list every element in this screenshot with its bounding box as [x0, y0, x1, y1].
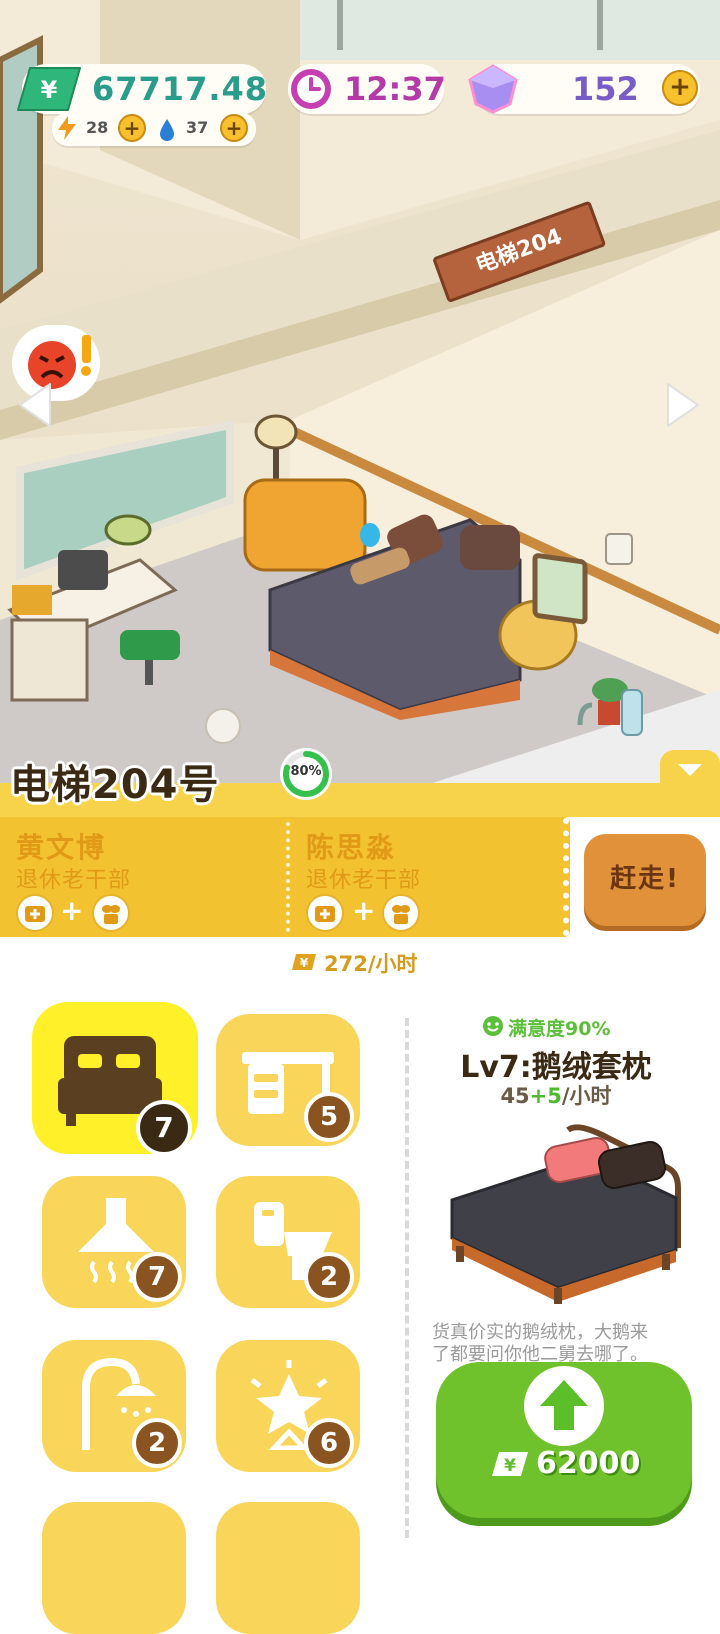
- satisfaction-label: 满意度90%: [508, 1018, 611, 1040]
- furniture-tile-lamp[interactable]: 6: [216, 1340, 360, 1472]
- arrow-up-icon: [524, 1366, 604, 1446]
- kick-out-button[interactable]: 赶走!: [584, 834, 706, 926]
- panel-divider: [405, 1018, 409, 1538]
- furniture-tile-partial[interactable]: [42, 1502, 186, 1634]
- level-badge: 2: [304, 1252, 354, 1302]
- occupancy-ring: 80%: [278, 746, 334, 802]
- ticket-divider: [286, 822, 290, 932]
- clock-icon: [288, 66, 334, 112]
- kick-out-label: 赶走!: [610, 864, 680, 894]
- yuan-bill-icon: ¥: [490, 1450, 530, 1478]
- income-bonus: +5: [529, 1084, 562, 1108]
- medical-kit-icon: [16, 894, 54, 932]
- collapse-tab[interactable]: [660, 750, 720, 790]
- arrow-right-icon[interactable]: [664, 380, 704, 430]
- plus-icon: +: [352, 894, 376, 927]
- furniture-tile-desk[interactable]: 5: [216, 1014, 360, 1146]
- gem-add-button[interactable]: +: [662, 70, 698, 106]
- arrow-left-icon[interactable]: [14, 380, 54, 430]
- occupancy-label: 80%: [290, 764, 322, 779]
- medical-kit-icon: [306, 894, 344, 932]
- level-badge: 5: [304, 1092, 354, 1142]
- room-title: 电梯204号: [10, 762, 220, 808]
- water-drop-icon: [158, 117, 176, 141]
- upgrade-cost: 62000: [536, 1446, 641, 1481]
- svg-text:¥: ¥: [504, 1456, 516, 1476]
- tenant-role: 退休老干部: [16, 868, 132, 893]
- level-badge: 7: [132, 1252, 182, 1302]
- clock-value: 12:37: [344, 70, 446, 108]
- furniture-tile-bed[interactable]: 7: [32, 1002, 198, 1156]
- gem-value: 152: [572, 70, 639, 108]
- energy-value: 28: [86, 118, 109, 137]
- upgrade-button[interactable]: ¥ 62000: [436, 1362, 692, 1518]
- tenant-name[interactable]: 陈思淼: [306, 826, 396, 866]
- tenant-role: 退休老干部: [306, 868, 422, 893]
- furniture-tile-shower[interactable]: 2: [42, 1340, 186, 1472]
- furniture-tile-partial[interactable]: [216, 1502, 360, 1634]
- svg-text:¥: ¥: [300, 956, 309, 970]
- ticket-edge: [563, 818, 569, 936]
- room-income: 272/小时: [324, 952, 418, 976]
- money-value: 67717.48: [92, 70, 269, 108]
- plant-icon: [92, 894, 130, 932]
- plant-icon: [382, 894, 420, 932]
- level-badge: 2: [132, 1418, 182, 1468]
- furniture-tile-range-hood[interactable]: 7: [42, 1176, 186, 1308]
- level-badge: 6: [304, 1418, 354, 1468]
- yuan-bill-icon: ¥: [14, 64, 84, 114]
- svg-text:¥: ¥: [41, 76, 58, 104]
- item-income: 45+5/小时: [436, 1080, 676, 1110]
- yuan-bill-icon: ¥: [290, 952, 318, 972]
- income-unit: /小时: [561, 1084, 612, 1108]
- energy-icon: [56, 116, 78, 140]
- furniture-tile-toilet[interactable]: 2: [216, 1176, 360, 1308]
- tenant-name[interactable]: 黄文博: [16, 826, 106, 866]
- level-badge: 7: [136, 1100, 192, 1156]
- water-value: 37: [186, 118, 209, 137]
- diamond-icon: [466, 62, 520, 114]
- income-base: 45: [500, 1084, 530, 1108]
- item-preview-image: [448, 1120, 688, 1310]
- smile-icon: [483, 1016, 503, 1036]
- satisfaction-row: 满意度90%: [482, 1014, 662, 1040]
- plus-icon: +: [60, 894, 84, 927]
- energy-add-button[interactable]: +: [118, 114, 146, 142]
- water-add-button[interactable]: +: [220, 114, 248, 142]
